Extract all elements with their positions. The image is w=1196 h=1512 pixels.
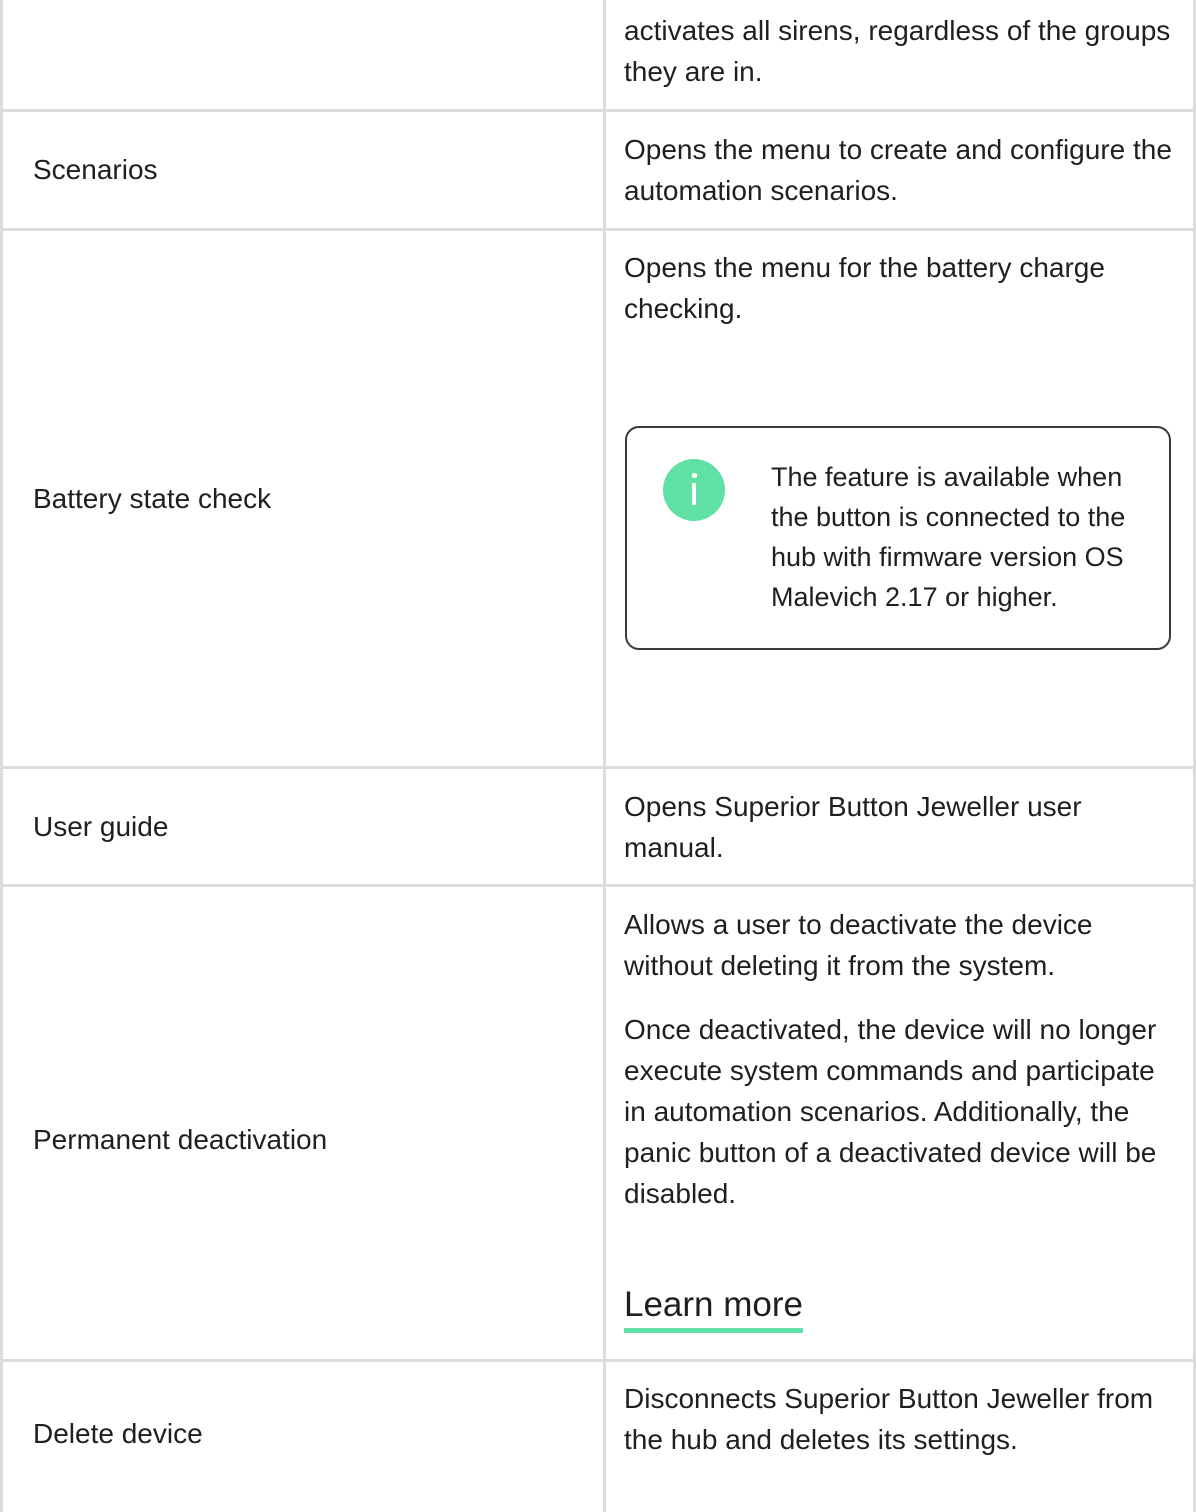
table-row-scenarios: Scenarios Opens the menu to create and c… — [0, 112, 1196, 231]
setting-name: Permanent deactivation — [33, 1124, 328, 1155]
info-icon — [663, 459, 725, 521]
table-row-delete-device: Delete device Disconnects Superior Butto… — [0, 1362, 1196, 1512]
table-row-battery-state-check: Battery state check Opens the menu for t… — [0, 231, 1196, 769]
info-note: The feature is available when the button… — [625, 426, 1171, 650]
description-text: Allows a user to deactivate the device w… — [624, 909, 1093, 981]
settings-table: activates all sirens, regardless of the … — [0, 0, 1196, 1512]
table-border-left — [0, 0, 3, 1512]
description-text: Opens the menu for the battery charge ch… — [624, 252, 1105, 324]
table-row-permanent-deactivation: Permanent deactivation Allows a user to … — [0, 887, 1196, 1362]
description-cell: Opens the menu to create and configure t… — [624, 129, 1184, 211]
description-text: Disconnects Superior Button Jeweller fro… — [624, 1383, 1154, 1455]
table-row: activates all sirens, regardless of the … — [0, 0, 1196, 112]
setting-name: Scenarios — [33, 154, 158, 185]
learn-more-link[interactable]: Learn more — [624, 1285, 803, 1333]
table-column-divider — [603, 0, 606, 1512]
setting-name: User guide — [33, 811, 169, 842]
description-cell: activates all sirens, regardless of the … — [624, 10, 1184, 92]
description-cell: Disconnects Superior Button Jeweller fro… — [624, 1378, 1184, 1460]
description-cell: Allows a user to deactivate the device w… — [624, 904, 1184, 1214]
description-cell: Opens Superior Button Jeweller user manu… — [624, 786, 1184, 868]
description-text: activates all sirens, regardless of the … — [624, 15, 1171, 87]
description-cell: Opens the menu for the battery charge ch… — [624, 247, 1184, 329]
table-row-user-guide: User guide Opens Superior Button Jewelle… — [0, 769, 1196, 887]
setting-name: Battery state check — [33, 483, 272, 514]
description-text: Opens the menu to create and configure t… — [624, 134, 1172, 206]
description-text: Opens Superior Button Jeweller user manu… — [624, 791, 1082, 863]
info-note-text: The feature is available when the button… — [771, 462, 1126, 612]
setting-name: Delete device — [33, 1418, 203, 1449]
description-text: Once deactivated, the device will no lon… — [624, 1014, 1157, 1209]
